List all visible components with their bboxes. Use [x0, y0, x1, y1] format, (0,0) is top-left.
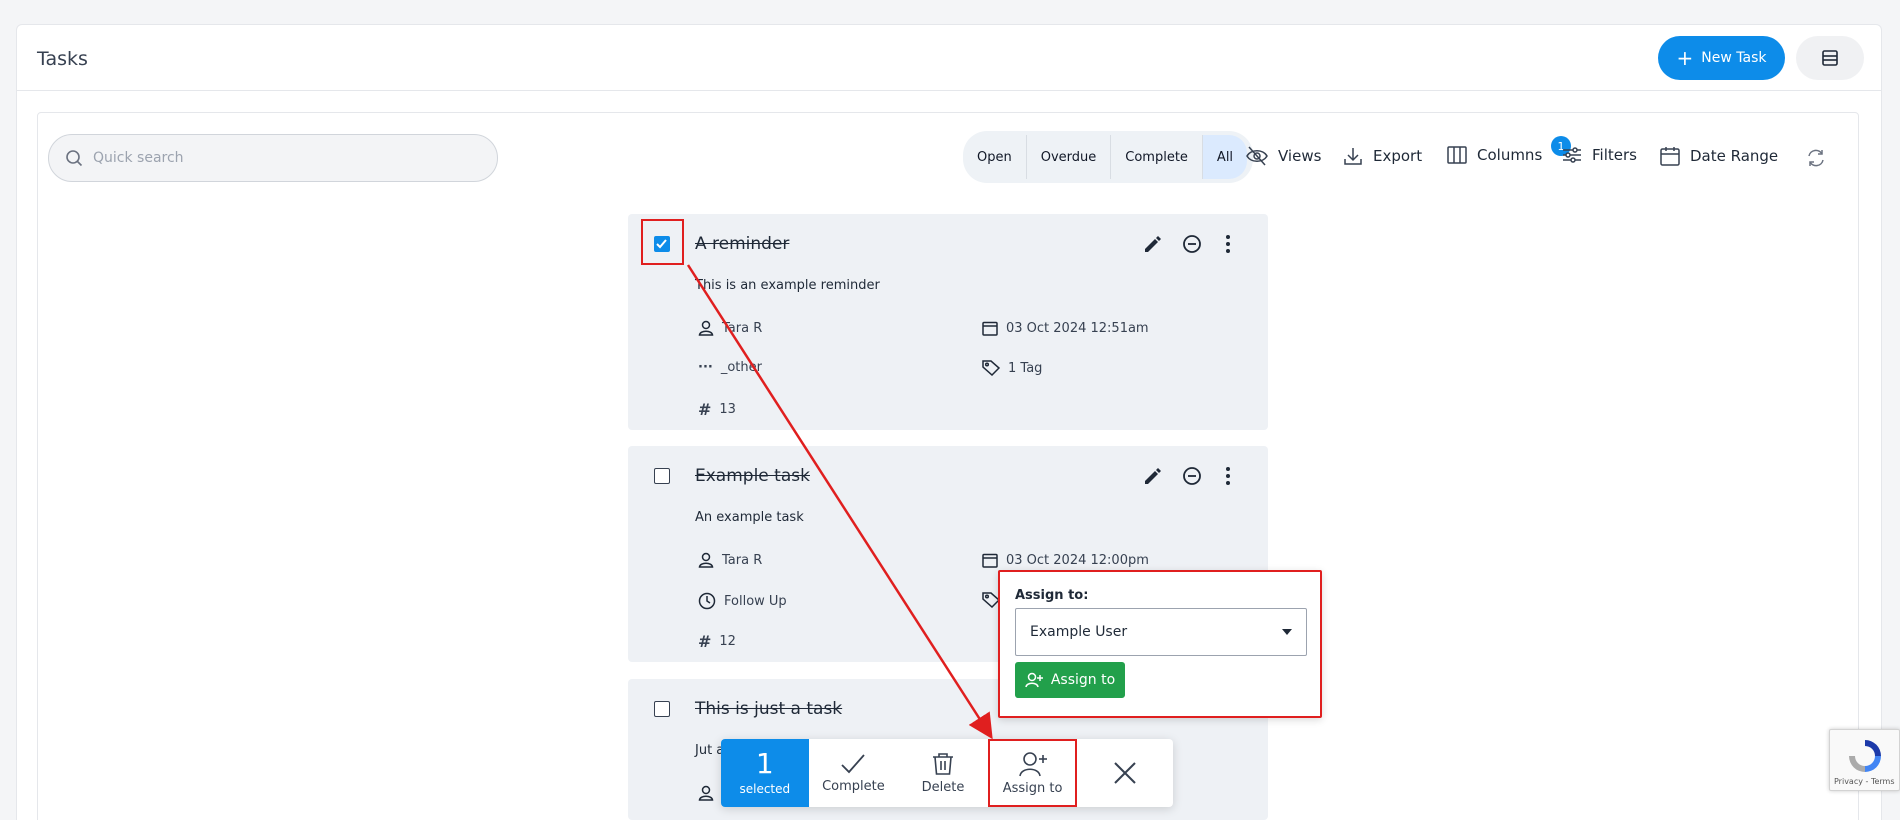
task-due-date: 03 Oct 2024 12:51am — [982, 320, 1149, 336]
task-checkbox[interactable] — [654, 236, 670, 252]
trash-icon — [933, 752, 953, 775]
filter-tab-complete[interactable]: Complete — [1111, 135, 1203, 179]
sliders-icon — [1563, 147, 1581, 163]
task-tags[interactable]: 1 Tag — [982, 360, 1042, 376]
new-task-label: New Task — [1701, 50, 1767, 66]
selected-count-label: selected — [739, 782, 791, 796]
recaptcha-terms[interactable]: Privacy - Terms — [1834, 777, 1895, 786]
search-icon — [66, 150, 83, 167]
bulk-complete-button[interactable]: Complete — [809, 739, 899, 807]
edit-button[interactable] — [1142, 466, 1162, 490]
ellipsis-icon: ··· — [698, 360, 713, 375]
kebab-menu-icon — [1226, 467, 1230, 485]
bulk-assign-button[interactable]: Assign to — [987, 739, 1078, 807]
task-checkbox[interactable] — [654, 701, 670, 717]
task-checkbox[interactable] — [654, 468, 670, 484]
assign-confirm-button[interactable]: Assign to — [1015, 662, 1125, 698]
layout-toggle-button[interactable] — [1796, 36, 1864, 80]
task-type: ··· _other — [698, 360, 762, 375]
user-plus-icon — [1018, 751, 1047, 776]
user-plus-icon — [1025, 672, 1043, 688]
columns-icon — [1447, 146, 1467, 164]
edit-button[interactable] — [1142, 234, 1162, 258]
selected-count-number: 1 — [755, 747, 774, 780]
check-icon — [841, 753, 866, 773]
calendar-icon — [982, 321, 998, 336]
task-assignee: Tara R — [698, 320, 762, 336]
recaptcha-badge[interactable]: Privacy - Terms — [1829, 729, 1900, 791]
assignee-selected-value: Example User — [1030, 624, 1128, 640]
date-range-button[interactable]: Date Range — [1660, 146, 1778, 166]
header-divider — [16, 90, 1882, 91]
task-title[interactable]: Example task — [695, 466, 810, 486]
export-label: Export — [1373, 147, 1423, 165]
filters-label: Filters — [1592, 146, 1637, 164]
calendar-icon — [1660, 147, 1680, 166]
filter-tab-overdue[interactable]: Overdue — [1027, 135, 1112, 179]
status-filter-group: Open Overdue Complete All — [963, 131, 1254, 183]
hash-icon: # — [698, 632, 712, 651]
minus-circle-icon — [1183, 235, 1201, 253]
search-box — [48, 134, 498, 182]
pencil-icon — [1145, 468, 1161, 484]
views-button[interactable]: Views — [1246, 146, 1321, 166]
task-id: # 12 — [698, 632, 736, 651]
minus-circle-icon — [1183, 467, 1201, 485]
bulk-delete-button[interactable]: Delete — [898, 739, 988, 807]
task-description: This is an example reminder — [695, 278, 880, 293]
task-title[interactable]: A reminder — [695, 234, 789, 254]
user-icon — [698, 552, 714, 568]
user-icon — [698, 320, 714, 336]
columns-button[interactable]: Columns — [1447, 146, 1542, 164]
date-range-label: Date Range — [1690, 147, 1779, 165]
views-label: Views — [1278, 147, 1322, 165]
task-id: # 13 — [698, 400, 736, 419]
refresh-button[interactable] — [1806, 148, 1826, 172]
download-icon — [1344, 148, 1362, 165]
bulk-action-bar: 1 selected Complete Delete Assign to — [721, 739, 1173, 807]
columns-label: Columns — [1477, 146, 1543, 164]
task-card[interactable]: A reminder This is an example reminder T… — [628, 214, 1268, 430]
calendar-icon — [982, 553, 998, 568]
close-icon — [1114, 762, 1136, 784]
more-options-button[interactable] — [1224, 234, 1232, 258]
task-assignee — [698, 785, 714, 801]
refresh-icon — [1808, 149, 1824, 167]
more-options-button[interactable] — [1224, 466, 1232, 490]
task-description: Jut a — [695, 743, 725, 758]
assign-to-label: Assign to: — [1015, 588, 1089, 603]
export-button[interactable]: Export — [1343, 146, 1422, 166]
recaptcha-logo-icon — [1849, 740, 1881, 772]
assign-popup: Assign to: Example User Assign to — [998, 570, 1322, 718]
filter-tab-all[interactable]: All — [1202, 135, 1248, 179]
task-description: An example task — [695, 510, 804, 525]
kebab-menu-icon — [1226, 235, 1230, 253]
remove-button[interactable] — [1182, 234, 1202, 258]
search-input[interactable] — [93, 150, 453, 166]
filters-button[interactable]: Filters — [1562, 146, 1637, 164]
list-layout-icon — [1822, 50, 1838, 66]
eye-off-icon — [1246, 146, 1268, 166]
plus-icon: + — [1676, 46, 1694, 70]
filter-tab-open[interactable]: Open — [963, 135, 1027, 179]
task-assignee: Tara R — [698, 552, 762, 568]
pencil-icon — [1145, 236, 1161, 252]
selected-count: 1 selected — [721, 739, 809, 807]
task-title[interactable]: This is just a task — [695, 699, 842, 719]
bulk-close-button[interactable] — [1077, 739, 1173, 807]
caret-down-icon — [1282, 629, 1292, 635]
hash-icon: # — [698, 400, 712, 419]
tag-icon — [982, 360, 1000, 376]
check-icon — [656, 239, 667, 249]
task-type: Follow Up — [698, 592, 787, 610]
assignee-select[interactable]: Example User — [1015, 608, 1307, 656]
user-icon — [698, 785, 714, 801]
page-title: Tasks — [37, 48, 88, 70]
remove-button[interactable] — [1182, 466, 1202, 490]
task-due-date: 03 Oct 2024 12:00pm — [982, 552, 1149, 568]
new-task-button[interactable]: + New Task — [1658, 36, 1785, 80]
clock-icon — [698, 592, 716, 610]
